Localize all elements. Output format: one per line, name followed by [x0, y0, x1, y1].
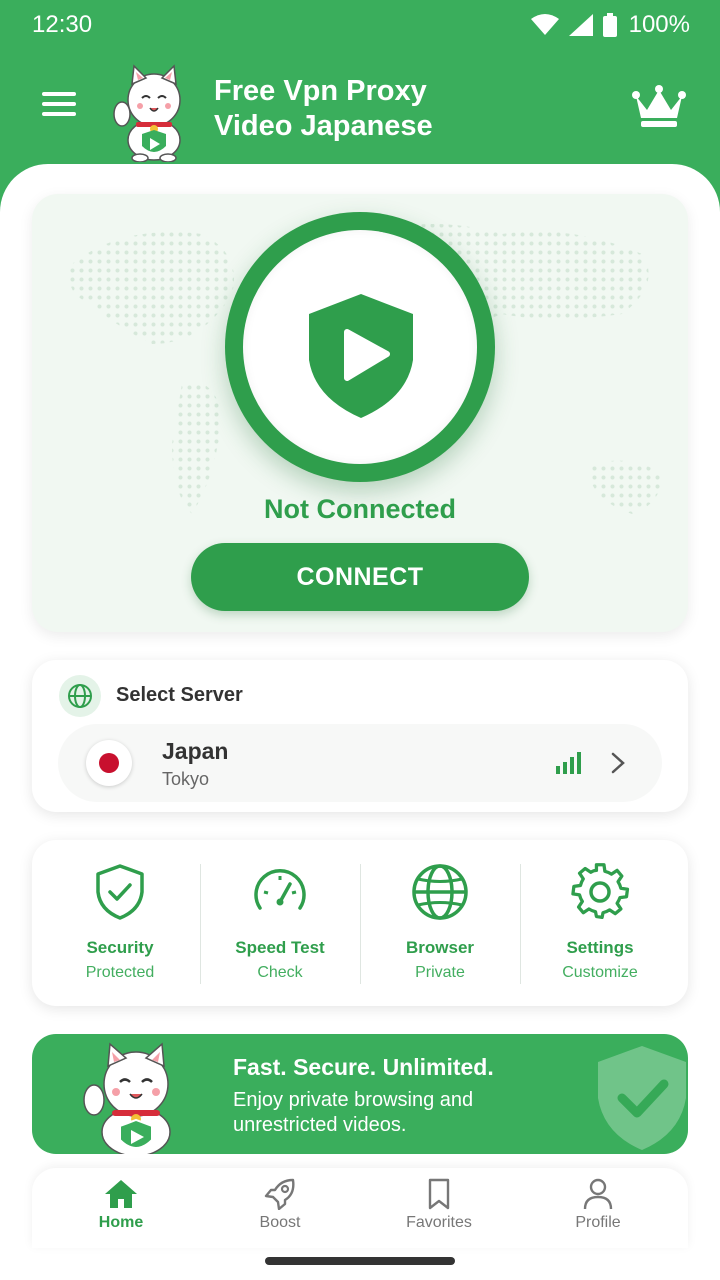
select-server-label: Select Server: [116, 684, 243, 706]
gear-icon: [571, 863, 630, 920]
feature-title: Speed Test: [235, 938, 325, 957]
server-country: Japan: [162, 738, 229, 764]
feature-title: Browser: [405, 938, 475, 957]
signal-strength-icon: [556, 752, 581, 774]
battery-percent: 100%: [628, 11, 690, 38]
crown-icon[interactable]: [632, 84, 686, 130]
nav-label: Home: [98, 1214, 144, 1231]
menu-button[interactable]: [38, 86, 82, 130]
japan-flag-icon: [86, 740, 132, 786]
server-card: Select Server Japan Tokyo: [32, 660, 688, 812]
promo-text: Enjoy private browsing and unrestricted …: [233, 1089, 474, 1136]
feature-security[interactable]: Security Protected: [40, 840, 200, 1006]
globe-icon: [412, 864, 468, 920]
nav-profile[interactable]: Profile: [538, 1178, 658, 1244]
feature-subtitle: Customize: [562, 964, 638, 981]
connect-power-button[interactable]: [225, 212, 495, 482]
feature-settings[interactable]: Settings Customize: [520, 840, 680, 1006]
app-bar: Free Vpn Proxy Video Japanese: [0, 56, 720, 166]
feature-browser[interactable]: Browser Private: [360, 840, 520, 1006]
shield-check-icon: [96, 864, 144, 920]
gesture-bar: [265, 1257, 455, 1265]
menu-icon-line: [42, 92, 76, 96]
globe-icon: [59, 675, 101, 717]
nav-label: Favorites: [406, 1214, 472, 1231]
feature-speed-test[interactable]: Speed Test Check: [200, 840, 360, 1006]
connect-button[interactable]: CONNECT: [191, 543, 529, 611]
flag-sun: [99, 753, 119, 773]
home-icon: [105, 1180, 137, 1208]
menu-icon-line: [42, 112, 76, 116]
connection-card: Not Connected CONNECT: [32, 194, 688, 632]
connection-status: Not Connected: [264, 494, 456, 524]
server-city: Tokyo: [162, 769, 210, 789]
feature-subtitle: Protected: [85, 964, 155, 981]
chevron-right-icon: [611, 752, 625, 774]
feature-subtitle: Private: [415, 964, 465, 981]
lucky-cat-mascot-icon: [83, 1042, 171, 1154]
connect-power-button-inner: [243, 230, 477, 464]
server-selector[interactable]: Japan Tokyo: [58, 724, 662, 802]
bookmark-icon: [428, 1178, 450, 1210]
menu-icon-line: [42, 102, 76, 106]
nav-label: Boost: [259, 1214, 301, 1231]
nav-label: Profile: [575, 1214, 621, 1231]
promo-title: Fast. Secure. Unlimited.: [233, 1054, 494, 1080]
person-icon: [583, 1178, 613, 1210]
promo-banner[interactable]: Fast. Secure. Unlimited. Enjoy private b…: [32, 1034, 688, 1154]
nav-home[interactable]: Home: [61, 1178, 181, 1244]
feature-title: Security: [86, 938, 154, 957]
feature-title: Settings: [566, 938, 634, 957]
speedometer-icon: [254, 868, 306, 910]
rocket-icon: [264, 1178, 295, 1210]
status-time: 12:30: [32, 11, 93, 38]
status-bar: 12:30 100%: [0, 0, 720, 50]
lucky-cat-logo-icon: [113, 64, 181, 162]
battery-icon: [602, 13, 617, 37]
wifi-icon: [530, 14, 559, 35]
feature-subtitle: Check: [257, 964, 303, 981]
nav-favorites[interactable]: Favorites: [379, 1178, 499, 1244]
shield-play-icon: [309, 294, 413, 418]
app-title: Free Vpn Proxy Video Japanese: [214, 74, 433, 144]
app-title-line2: Video Japanese: [214, 110, 433, 142]
app-title-line1: Free Vpn Proxy: [214, 75, 427, 107]
cellular-signal-icon: [568, 14, 593, 36]
shield-check-icon: [598, 1046, 686, 1150]
bottom-navigation: Home Boost Favorites Profile: [32, 1168, 688, 1248]
status-icons: 100%: [530, 11, 690, 39]
nav-boost[interactable]: Boost: [220, 1178, 340, 1244]
features-card: Security Protected Speed Test Check Brow…: [32, 840, 688, 1006]
